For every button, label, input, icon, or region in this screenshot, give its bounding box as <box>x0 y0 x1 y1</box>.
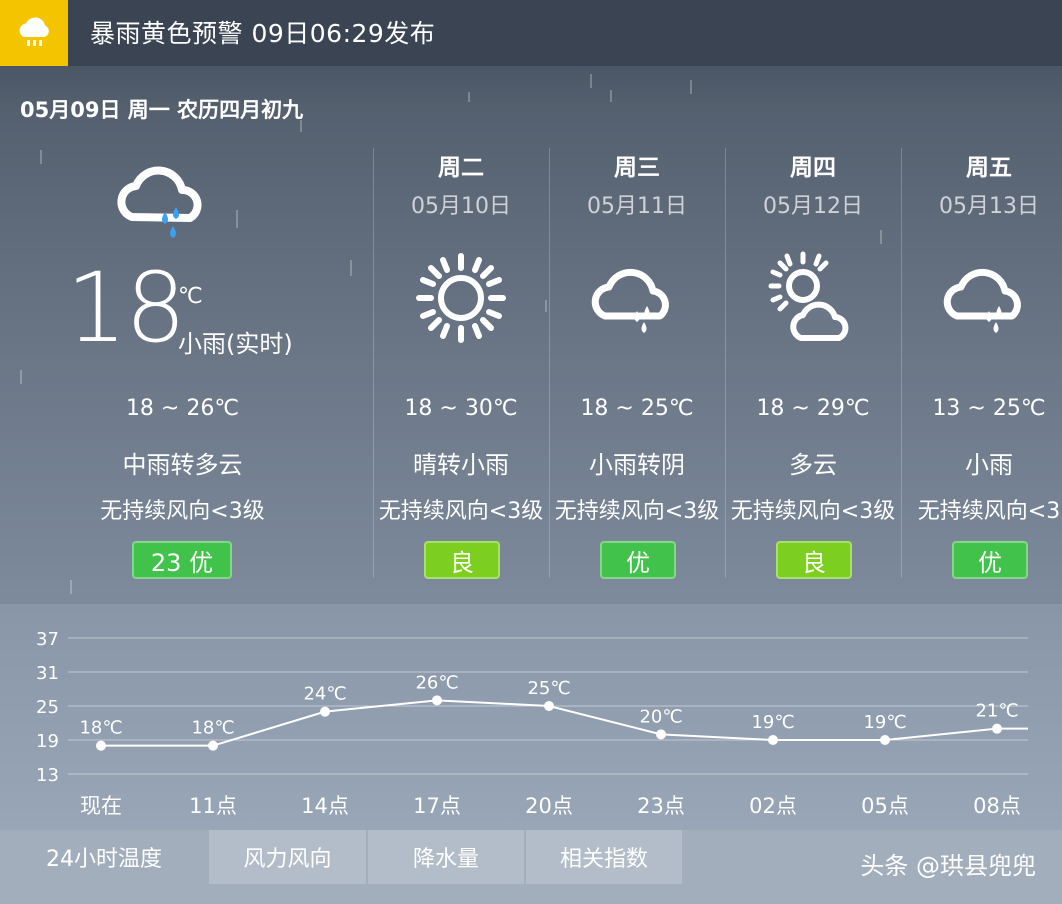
today-temp-range: 18 ~ 26℃ <box>125 396 240 421</box>
x-tick-label: 14点 <box>301 794 349 818</box>
rain-warning-icon <box>0 0 68 66</box>
day-weather: 小雨转阴 <box>589 451 685 479</box>
y-tick-label: 31 <box>36 663 59 684</box>
rain-cloud-icon <box>110 155 220 249</box>
current-condition: 小雨(实时) <box>178 330 293 358</box>
rain-cloud-icon <box>587 248 687 352</box>
warning-bar[interactable]: 暴雨黄色预警 09日06:29发布 <box>0 0 1062 66</box>
day-wind: 无持续风向<3级 <box>730 499 896 524</box>
day-temp-range: 18 ~ 30℃ <box>404 396 518 421</box>
x-tick-label: 05点 <box>861 794 909 818</box>
data-label: 21℃ <box>975 701 1018 722</box>
data-point <box>880 735 890 745</box>
data-label: 18℃ <box>79 718 122 739</box>
day-date: 05月13日 <box>939 194 1039 219</box>
data-point <box>432 695 442 706</box>
data-point <box>656 729 666 740</box>
x-tick-label: 11点 <box>189 794 237 818</box>
y-tick-label: 25 <box>36 697 59 718</box>
day-weekday: 周四 <box>790 155 836 181</box>
forecast-day-thu[interactable]: 周四 05月12日 18 ~ 29℃ 多云 无持续风向<3级 良 <box>725 148 901 579</box>
data-point <box>96 740 106 751</box>
data-point <box>992 723 1002 734</box>
x-tick-label: 08点 <box>973 794 1021 818</box>
x-tick-label: 现在 <box>80 794 122 818</box>
forecast-day-fri[interactable]: 周五 05月13日 13 ~ 25℃ 小雨 无持续风向<3 优 <box>901 148 1062 579</box>
data-label: 25℃ <box>527 678 570 699</box>
day-weather: 小雨 <box>965 451 1013 479</box>
temperature-chart: 37 31 25 19 13 18℃ 现在 18℃ 11点 24℃ 14点 26℃ 17点 25℃ 20点 2… <box>36 629 1028 818</box>
data-label: 20℃ <box>639 706 682 727</box>
day-temp-range: 18 ~ 29℃ <box>756 396 870 421</box>
day-temp-range: 18 ~ 25℃ <box>580 396 694 421</box>
data-point <box>544 701 554 711</box>
day-weather: 多云 <box>789 451 837 479</box>
day-date: 05月12日 <box>763 194 863 219</box>
today-weather: 中雨转多云 <box>122 451 243 479</box>
day-temp-range: 13 ~ 25℃ <box>932 396 1046 421</box>
data-point <box>320 706 330 717</box>
day-aqi-badge[interactable]: 良 <box>776 541 852 579</box>
data-label: 24℃ <box>303 684 346 705</box>
day-aqi-badge[interactable]: 良 <box>424 541 500 579</box>
day-weekday: 周三 <box>614 155 660 181</box>
data-point <box>208 740 218 751</box>
forecast-day-wed[interactable]: 周三 05月11日 18 ~ 25℃ 小雨转阴 无持续风向<3级 优 <box>549 148 725 579</box>
data-label: 19℃ <box>863 712 906 733</box>
today-date-line: 05月09日 周一 农历四月初九 <box>20 98 304 122</box>
y-tick-label: 19 <box>36 731 59 752</box>
today-wind: 无持续风向<3级 <box>100 499 265 524</box>
day-date: 05月11日 <box>587 194 687 219</box>
partly-cloudy-icon <box>763 248 863 352</box>
today-aqi-badge[interactable]: 23 优 <box>132 541 232 579</box>
data-label: 26℃ <box>415 672 458 693</box>
data-label: 18℃ <box>191 718 234 739</box>
y-tick-label: 13 <box>36 765 59 786</box>
x-tick-label: 02点 <box>749 794 797 818</box>
forecast-day-tue[interactable]: 周二 05月10日 18 ~ 30℃ 晴转小雨 无持续风向<3级 良 <box>373 148 549 579</box>
temperature-chart-panel: 37 31 25 19 13 18℃ 现在 18℃ 11点 24℃ 14点 26℃ 17点 25℃ 20点 2… <box>0 604 1062 830</box>
day-weekday: 周二 <box>438 155 484 181</box>
x-tick-label: 17点 <box>413 794 461 818</box>
bottom-tab-bar: 24小时温度 风力风向 降水量 相关指数 头条 @珙县兜兜 <box>0 830 1062 904</box>
day-weekday: 周五 <box>966 155 1012 181</box>
day-weather: 晴转小雨 <box>413 451 509 479</box>
watermark: 头条 @珙县兜兜 <box>860 852 1036 880</box>
day-aqi-badge[interactable]: 优 <box>952 541 1028 579</box>
tab-24h-temperature[interactable]: 24小时温度 <box>0 830 208 884</box>
tab-precipitation[interactable]: 降水量 <box>368 830 524 884</box>
tab-indices[interactable]: 相关指数 <box>526 830 682 884</box>
warning-title[interactable]: 暴雨黄色预警 09日06:29发布 <box>90 14 435 50</box>
temperature-unit: ℃ <box>178 284 203 309</box>
current-temperature: 18 <box>66 252 186 364</box>
day-wind: 无持续风向<3 <box>917 499 1061 524</box>
data-point <box>768 735 778 745</box>
tab-wind[interactable]: 风力风向 <box>209 830 366 884</box>
rain-cloud-icon <box>939 248 1039 352</box>
x-tick-label: 23点 <box>637 794 685 818</box>
day-wind: 无持续风向<3级 <box>378 499 544 524</box>
data-label: 19℃ <box>751 712 794 733</box>
day-wind: 无持续风向<3级 <box>554 499 720 524</box>
y-tick-label: 37 <box>36 629 59 650</box>
day-aqi-badge[interactable]: 优 <box>600 541 676 579</box>
sun-icon <box>411 248 511 352</box>
x-tick-label: 20点 <box>525 794 573 818</box>
day-date: 05月10日 <box>411 194 511 219</box>
